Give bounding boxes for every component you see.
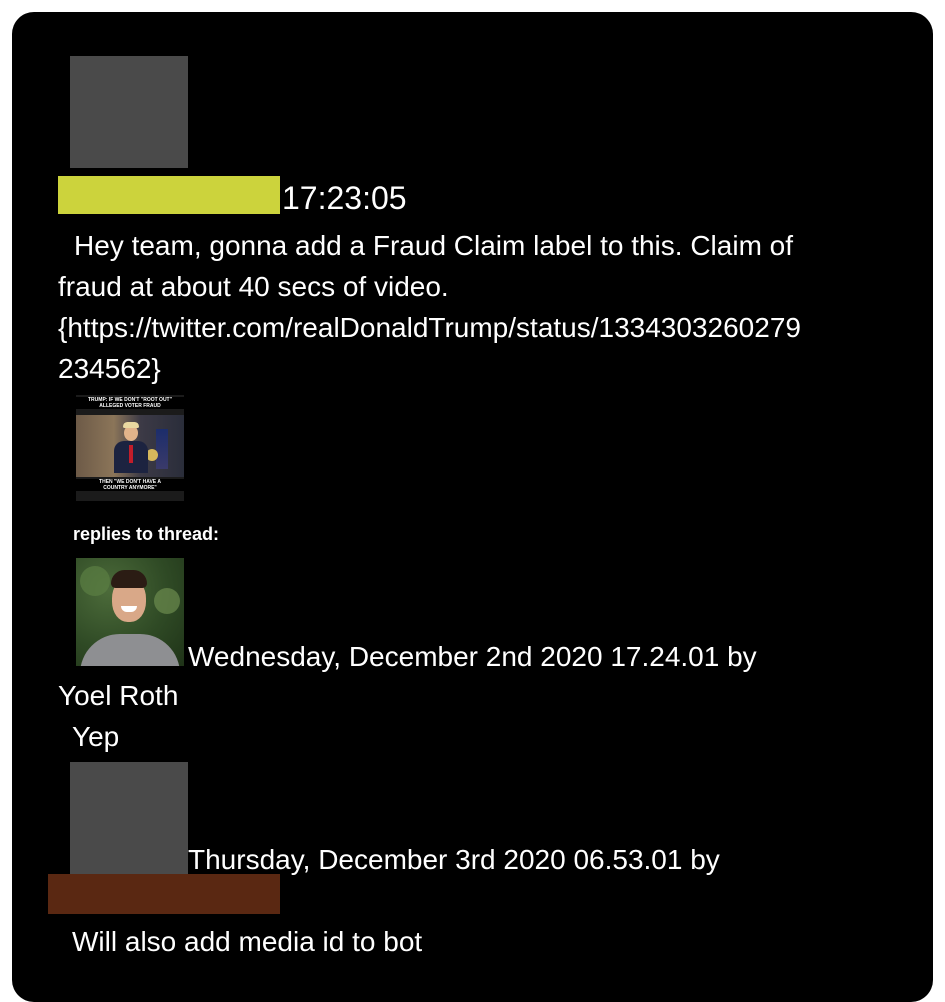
- redacted-avatar: [70, 56, 188, 168]
- reply-1-text: Yep: [72, 721, 120, 752]
- tweet-link[interactable]: {https://twitter.com/realDonaldTrump/sta…: [58, 308, 801, 348]
- tweet-link-continued[interactable]: 234562}: [58, 349, 161, 389]
- avatar-yoel-roth: [76, 558, 184, 666]
- post-message-line-1: Hey team, gonna add a Fraud Claim label …: [74, 230, 794, 261]
- redacted-username: [58, 176, 280, 214]
- post-time: 17:23:05: [282, 180, 407, 216]
- avatar-hair: [111, 570, 147, 588]
- reply-2-text: Will also add media id to bot: [72, 926, 423, 957]
- figure-hair: [123, 422, 139, 428]
- flag-icon: [156, 429, 168, 469]
- thumbnail-top-caption: TRUMP: IF WE DON'T "ROOT OUT" ALLEGED VO…: [76, 397, 184, 409]
- message-card: 17:23:05 Hey team, gonna add a Fraud Cla…: [12, 12, 933, 1002]
- tie: [129, 445, 133, 463]
- replies-heading: replies to thread:: [73, 524, 220, 544]
- redacted-author: [48, 874, 280, 914]
- thumbnail-bottom-caption: THEN "WE DON'T HAVE A COUNTRY ANYMORE": [76, 479, 184, 491]
- reply-1-meta: Wednesday, December 2nd 2020 17.24.01 by: [188, 641, 757, 672]
- redacted-avatar-2: [70, 762, 188, 874]
- video-thumbnail[interactable]: TRUMP: IF WE DON'T "ROOT OUT" ALLEGED VO…: [76, 395, 184, 501]
- reply-1-author[interactable]: Yoel Roth: [58, 676, 178, 716]
- post-message-line-2: fraud at about 40 secs of video.: [58, 271, 449, 302]
- avatar-shirt: [80, 634, 180, 666]
